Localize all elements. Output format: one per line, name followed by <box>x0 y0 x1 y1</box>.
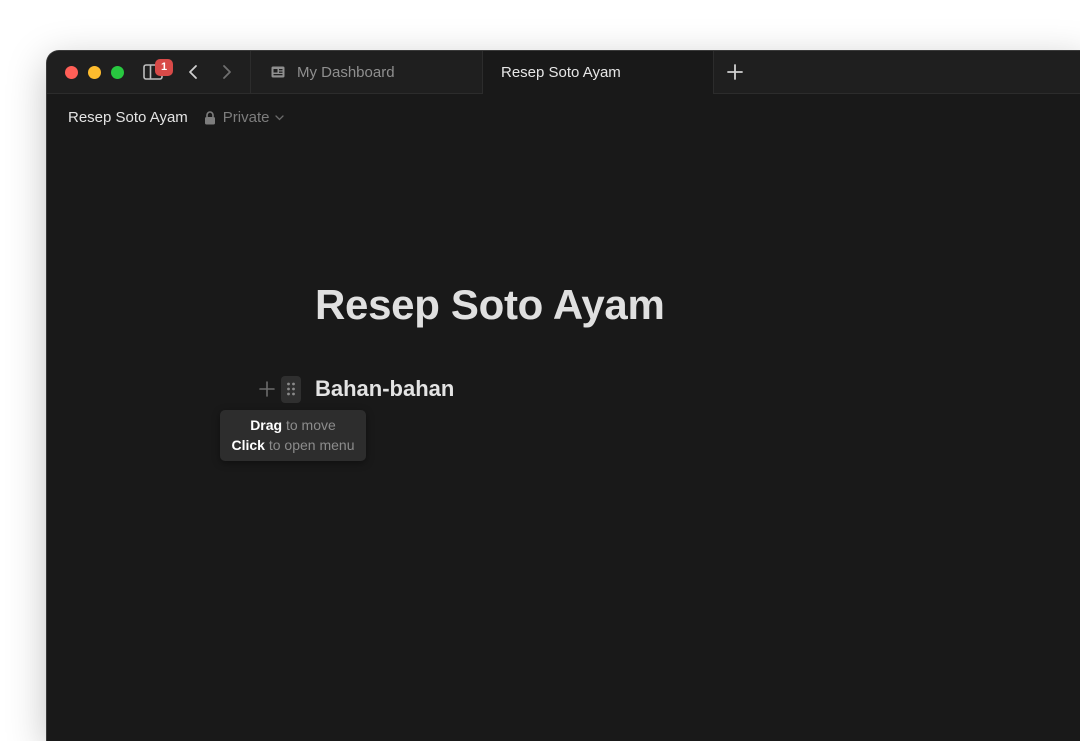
tooltip-line-drag: Drag to move <box>220 415 366 435</box>
forward-arrow-icon[interactable] <box>217 63 235 81</box>
tab-label: My Dashboard <box>297 63 395 81</box>
heading-block: Bahan-bahan <box>257 374 454 404</box>
tooltip-drag-keyword: Drag <box>250 417 283 433</box>
dashboard-card-icon <box>271 66 285 78</box>
add-block-plus-icon[interactable] <box>257 379 277 399</box>
zoom-window-button[interactable] <box>111 66 124 79</box>
notification-badge: 1 <box>155 59 173 76</box>
breadcrumb: Resep Soto Ayam Private <box>68 109 285 126</box>
tooltip-click-rest: to open menu <box>264 437 355 453</box>
drag-handle-icon[interactable] <box>281 375 301 403</box>
app-window: 1 My Dashboard Resep Soto Ayam Resep Sot… <box>47 51 1080 741</box>
tooltip-line-click: Click to open menu <box>220 435 366 455</box>
privacy-dropdown[interactable]: Private <box>204 109 285 126</box>
title-bar: 1 My Dashboard Resep Soto Ayam <box>47 51 1080 94</box>
tooltip-drag-rest: to move <box>282 417 336 433</box>
tab-my-dashboard[interactable]: My Dashboard <box>250 51 482 93</box>
close-window-button[interactable] <box>65 66 78 79</box>
drag-handle-tooltip: Drag to move Click to open menu <box>220 410 366 461</box>
lock-icon <box>204 110 215 124</box>
privacy-label: Private <box>222 109 270 126</box>
chevron-down-icon <box>275 114 285 120</box>
minimize-window-button[interactable] <box>88 66 101 79</box>
new-tab-plus-icon[interactable] <box>726 63 744 81</box>
heading-text[interactable]: Bahan-bahan <box>315 376 454 402</box>
tooltip-click-keyword: Click <box>231 437 265 453</box>
back-arrow-icon[interactable] <box>185 63 203 81</box>
tab-label: Resep Soto Ayam <box>501 64 621 81</box>
breadcrumb-page-title[interactable]: Resep Soto Ayam <box>68 109 188 126</box>
tab-resep-soto-ayam[interactable]: Resep Soto Ayam <box>482 51 714 94</box>
page-title[interactable]: Resep Soto Ayam <box>315 281 665 329</box>
